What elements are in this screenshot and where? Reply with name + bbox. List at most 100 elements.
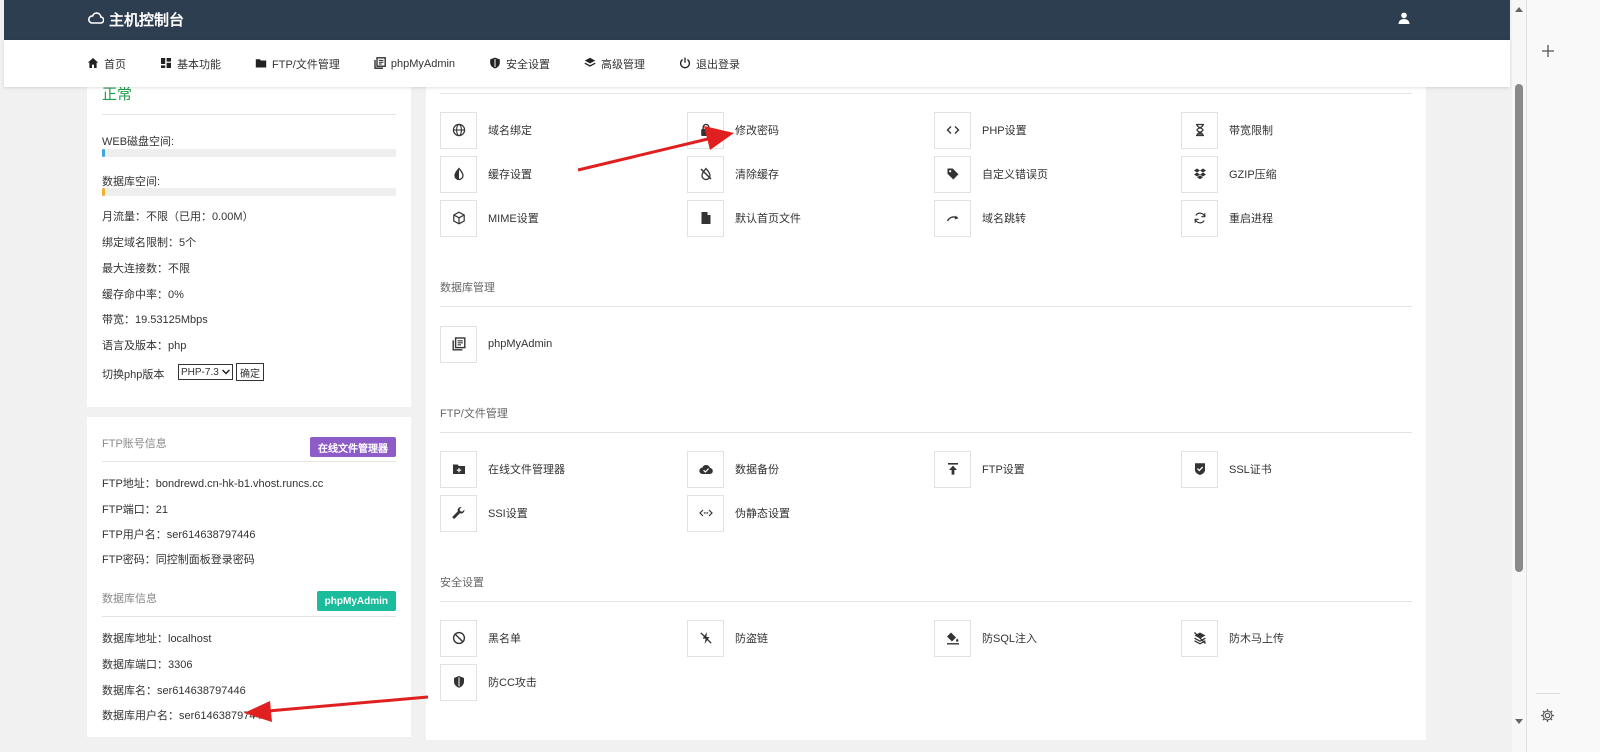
status-line: 月流量：不限（已用：0.00M） — [102, 211, 254, 223]
ftp-line: FTP地址：bondrewd.cn-hk-b1.vhost.runcs.cc — [102, 478, 324, 490]
tile-clear-cache[interactable]: 清除缓存 — [687, 155, 927, 193]
grid-icon — [160, 57, 172, 72]
book-icon — [374, 56, 386, 72]
section-title-security: 安全设置 — [440, 577, 484, 589]
code-icon — [934, 111, 971, 149]
code-dots-icon — [687, 494, 724, 532]
php-version-select[interactable]: PHP-7.3 — [178, 364, 233, 380]
tile-ftp-settings[interactable]: FTP设置 — [934, 450, 1174, 488]
nav-phpmyadmin[interactable]: phpMyAdmin — [374, 56, 455, 72]
nav-advanced[interactable]: 高级管理 — [584, 56, 645, 72]
web-disk-label: WEB磁盘空间: — [102, 136, 175, 148]
web-disk-bar — [102, 149, 396, 157]
tile-label: 伪静态设置 — [735, 508, 790, 520]
file-manager-button[interactable]: 在线文件管理器 — [310, 437, 396, 457]
power-icon — [679, 57, 691, 72]
nav-ftp[interactable]: FTP/文件管理 — [255, 56, 340, 72]
section-title-ftp: FTP/文件管理 — [440, 408, 508, 420]
gear-icon[interactable] — [1540, 708, 1555, 726]
php-confirm-button[interactable]: 确定 — [236, 363, 264, 381]
no-drop-icon — [687, 155, 724, 193]
db-info-header: 数据库信息 — [102, 593, 157, 605]
section-title-database: 数据库管理 — [440, 282, 495, 294]
nav-basic[interactable]: 基本功能 — [160, 56, 221, 72]
tile-ssi-settings[interactable]: SSI设置 — [440, 494, 680, 532]
tile-ssl-certificate[interactable]: SSL证书 — [1181, 450, 1421, 488]
tag-icon — [934, 155, 971, 193]
page-scrollbar[interactable] — [1512, 0, 1526, 752]
tile-label: SSI设置 — [488, 508, 528, 520]
php-switch-row: 切换php版本 PHP-7.3 确定 — [102, 363, 302, 382]
php-version-value: PHP-7.3 — [181, 366, 219, 378]
tile-anti-cc-attack[interactable]: 防CC攻击 — [440, 663, 680, 701]
web-disk-bar-fill — [102, 149, 105, 157]
nav-logout[interactable]: 退出登录 — [679, 56, 740, 72]
scroll-up-icon[interactable] — [1515, 3, 1523, 15]
tile-mime-settings[interactable]: MIME设置 — [440, 199, 680, 237]
top-bar: 主机控制台 — [4, 0, 1510, 40]
contrast-icon — [440, 155, 477, 193]
nav-label: 退出登录 — [696, 59, 741, 71]
tile-online-file-manager[interactable]: 在线文件管理器 — [440, 450, 680, 488]
db-line: 数据库地址：localhost — [102, 633, 212, 645]
nav-security[interactable]: 安全设置 — [489, 56, 550, 72]
tile-custom-error-page[interactable]: 自定义错误页 — [934, 155, 1174, 193]
lock-icon — [687, 111, 724, 149]
tile-domain-binding[interactable]: 域名绑定 — [440, 111, 680, 149]
bolt-off-icon — [687, 619, 724, 657]
ban-icon — [440, 619, 477, 657]
user-icon[interactable] — [1398, 12, 1410, 27]
host-status-panel: 正常 WEB磁盘空间: 数据库空间: 月流量：不限（已用：0.00M） 绑定域名… — [87, 80, 411, 407]
tile-default-index[interactable]: 默认首页文件 — [687, 199, 927, 237]
tile-gzip[interactable]: GZIP压缩 — [1181, 155, 1421, 193]
tile-label: FTP设置 — [982, 464, 1025, 476]
tile-label: 数据备份 — [735, 464, 779, 476]
tile-label: 域名跳转 — [982, 213, 1026, 225]
tile-label: 默认首页文件 — [735, 213, 801, 225]
php-switch-label: 切换php版本 — [102, 369, 165, 381]
tile-label: 缓存设置 — [488, 169, 532, 181]
scroll-thumb[interactable] — [1515, 84, 1523, 572]
nav-label: 高级管理 — [601, 59, 646, 71]
phpmyadmin-button[interactable]: phpMyAdmin — [316, 591, 396, 611]
cube-icon — [440, 199, 477, 237]
tile-anti-hotlink[interactable]: 防盗链 — [687, 619, 927, 657]
tile-label: SSL证书 — [1229, 464, 1272, 476]
tile-domain-redirect[interactable]: 域名跳转 — [934, 199, 1174, 237]
tile-change-password[interactable]: 修改密码 — [687, 111, 927, 149]
db-space-bar — [102, 188, 396, 196]
plus-icon[interactable] — [1541, 44, 1555, 61]
tile-php-settings[interactable]: PHP设置 — [934, 111, 1174, 149]
tile-anti-sql-injection[interactable]: 防SQL注入 — [934, 619, 1174, 657]
status-line: 最大连接数：不限 — [102, 263, 190, 275]
tile-bandwidth-limit[interactable]: 带宽限制 — [1181, 111, 1421, 149]
tile-phpmyadmin[interactable]: phpMyAdmin — [440, 325, 680, 363]
brand[interactable]: 主机控制台 — [88, 9, 184, 30]
divider — [102, 616, 396, 617]
home-icon — [87, 57, 99, 72]
tile-restart-process[interactable]: 重启进程 — [1181, 199, 1421, 237]
tile-label: MIME设置 — [488, 213, 539, 225]
tile-blacklist[interactable]: 黑名单 — [440, 619, 680, 657]
nav-label: 安全设置 — [506, 59, 551, 71]
nav-label: FTP/文件管理 — [272, 59, 340, 71]
tile-label: phpMyAdmin — [488, 338, 553, 350]
nav-label: 首页 — [104, 59, 126, 71]
file-icon — [687, 199, 724, 237]
ftp-line: FTP用户名：ser614638797446 — [102, 529, 256, 541]
tile-rewrite-settings[interactable]: 伪静态设置 — [687, 494, 927, 532]
ftp-line: FTP密码：同控制面板登录密码 — [102, 554, 255, 566]
scroll-down-icon[interactable] — [1515, 716, 1523, 728]
book-icon — [440, 325, 477, 363]
tile-anti-trojan-upload[interactable]: 防木马上传 — [1181, 619, 1421, 657]
tile-label: 域名绑定 — [488, 125, 532, 137]
tile-cache-settings[interactable]: 缓存设置 — [440, 155, 680, 193]
tile-data-backup[interactable]: 数据备份 — [687, 450, 927, 488]
browser-side-panel — [1526, 0, 1600, 752]
paint-bucket-icon — [934, 619, 971, 657]
tile-label: GZIP压缩 — [1229, 169, 1277, 181]
status-line: 绑定域名限制：5个 — [102, 237, 197, 249]
nav-home[interactable]: 首页 — [87, 56, 126, 72]
wrench-icon — [440, 494, 477, 532]
divider — [1536, 693, 1560, 694]
